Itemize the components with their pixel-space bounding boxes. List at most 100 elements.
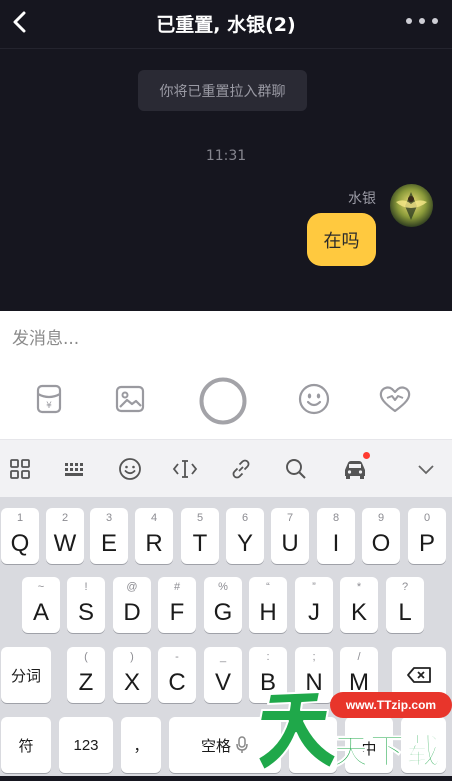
- key-f[interactable]: # F: [158, 577, 196, 633]
- key-label: D: [123, 599, 141, 626]
- comma-key[interactable]: ，: [121, 717, 161, 773]
- more-dot-icon: [432, 18, 438, 24]
- key-hint: ?: [401, 581, 409, 593]
- key-label: U: [281, 530, 299, 557]
- key-y[interactable]: 6Y: [226, 508, 264, 564]
- key-u[interactable]: 7U: [271, 508, 309, 564]
- key-hint: *: [356, 581, 362, 593]
- fenci-key[interactable]: 分词: [1, 647, 51, 703]
- key-hint: ~: [37, 581, 45, 593]
- more-dot-icon: [406, 18, 412, 24]
- search-icon: [286, 459, 306, 479]
- key-v[interactable]: _ V: [204, 647, 242, 703]
- message-bubble[interactable]: 在吗: [307, 213, 376, 266]
- key-hint: @: [126, 581, 138, 593]
- key-g[interactable]: % G: [204, 577, 242, 633]
- key-c[interactable]: -C: [158, 647, 196, 703]
- watermark-site: www.TTzip.com: [345, 698, 437, 712]
- red-packet-button[interactable]: ¥: [31, 381, 67, 417]
- key-k[interactable]: * K: [340, 577, 378, 633]
- key-hint: 6: [241, 512, 249, 524]
- key-p[interactable]: 0P: [408, 508, 446, 564]
- image-button[interactable]: [112, 381, 148, 417]
- key-x[interactable]: ) X: [113, 647, 151, 703]
- key-e[interactable]: 3E: [90, 508, 128, 564]
- link-button[interactable]: [228, 456, 254, 482]
- keyboard-icon: [65, 463, 83, 476]
- key-d[interactable]: @ D: [113, 577, 151, 633]
- key-label: F: [169, 599, 185, 626]
- key-h[interactable]: “H: [249, 577, 287, 633]
- key-label: 123: [73, 736, 99, 754]
- record-ring-icon: [199, 377, 247, 425]
- key-t[interactable]: 5T: [181, 508, 219, 564]
- symbol-key[interactable]: 符: [1, 717, 51, 773]
- key-label: O: [371, 530, 391, 557]
- keyboard-toolbar: [0, 439, 452, 498]
- system-message: 你将已重置拉入群聊: [138, 70, 307, 111]
- key-hint: 5: [196, 512, 204, 524]
- more-dot-icon: [419, 18, 425, 24]
- key-hint: “: [266, 581, 270, 593]
- key-i[interactable]: 8I: [317, 508, 355, 564]
- car-mode-button[interactable]: [342, 452, 370, 482]
- cursor-button[interactable]: [172, 456, 198, 482]
- key-hint: :: [266, 651, 270, 663]
- key-hint: %: [218, 581, 228, 593]
- number-key[interactable]: 123: [59, 717, 113, 773]
- key-hint: 4: [150, 512, 158, 524]
- notification-dot: [363, 452, 370, 459]
- avatar[interactable]: [390, 184, 433, 227]
- more-button[interactable]: [406, 14, 438, 28]
- key-label: L: [398, 599, 412, 626]
- message-input[interactable]: [12, 325, 432, 353]
- emoji-button[interactable]: [296, 381, 332, 417]
- key-o[interactable]: 9O: [362, 508, 400, 564]
- key-hint: 8: [332, 512, 340, 524]
- key-l[interactable]: ? L: [386, 577, 424, 633]
- key-label: Z: [78, 669, 94, 696]
- key-label: R: [145, 530, 163, 557]
- collapse-keyboard-button[interactable]: [413, 456, 439, 482]
- emoji-keyboard-button[interactable]: [117, 456, 143, 482]
- record-button[interactable]: [197, 375, 249, 427]
- key-j[interactable]: ” J: [295, 577, 333, 633]
- key-r[interactable]: 4R: [135, 508, 173, 564]
- watermark: www.TTzip.com 天下载: [257, 688, 452, 776]
- message-list[interactable]: 你将已重置拉入群聊 11:31 水银 在吗: [0, 49, 452, 311]
- key-label: ，: [133, 737, 149, 755]
- key-label: X: [123, 669, 140, 696]
- avatar-image: [390, 184, 433, 227]
- key-a[interactable]: ~ A: [22, 577, 60, 633]
- key-hint: 0: [423, 512, 431, 524]
- key-w[interactable]: 2W: [46, 508, 84, 564]
- red-packet-icon: ¥: [36, 384, 62, 414]
- message-timestamp: 11:31: [205, 148, 247, 164]
- image-icon: [115, 385, 145, 413]
- composer: ¥: [0, 311, 452, 439]
- link-icon: [232, 459, 250, 479]
- grid-menu-button[interactable]: [7, 456, 33, 482]
- chat-header: 已重置, 水银(2): [0, 0, 452, 49]
- keyboard-layout-button[interactable]: [62, 456, 88, 482]
- heart-button[interactable]: [377, 381, 413, 417]
- key-s[interactable]: ! S: [67, 577, 105, 633]
- key-hint: ): [130, 651, 134, 663]
- key-label: 分词: [10, 667, 41, 685]
- key-hint: ;: [312, 651, 316, 663]
- key-hint: 3: [105, 512, 113, 524]
- key-hint: -: [175, 651, 179, 663]
- key-hint: 1: [16, 512, 24, 524]
- grid-icon: [10, 459, 30, 479]
- key-label: H: [259, 599, 277, 626]
- key-label: 符: [18, 737, 34, 755]
- search-button[interactable]: [283, 456, 309, 482]
- key-q[interactable]: 1Q: [1, 508, 39, 564]
- key-hint: /: [357, 651, 361, 663]
- key-z[interactable]: (Z: [67, 647, 105, 703]
- key-label: 空格: [200, 737, 231, 755]
- key-hint: ”: [312, 581, 316, 593]
- key-hint: 9: [377, 512, 385, 524]
- backspace-icon: [407, 667, 431, 683]
- key-hint: (: [84, 651, 88, 663]
